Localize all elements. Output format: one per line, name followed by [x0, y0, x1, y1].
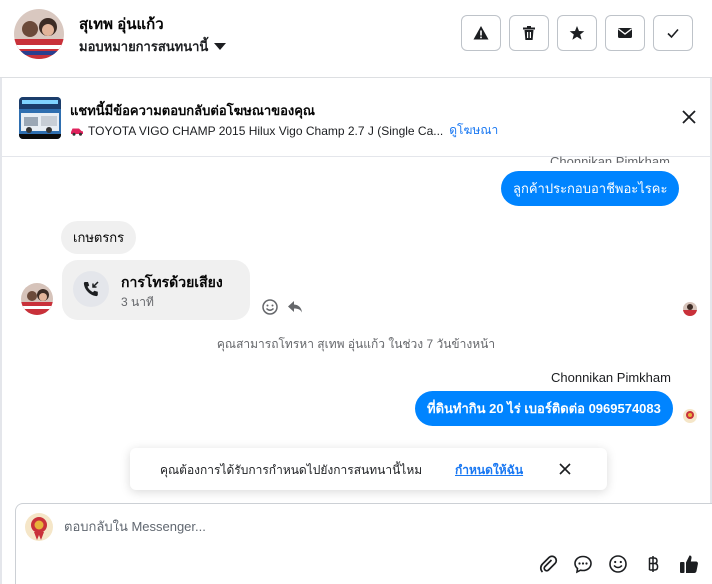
message-sender-name: Chonnikan Pimkham	[550, 154, 670, 163]
page-avatar	[25, 513, 53, 541]
star-icon	[569, 26, 585, 40]
message-sender-name: Chonnikan Pimkham	[551, 370, 671, 385]
payment-button[interactable]	[642, 553, 664, 575]
close-toast-button[interactable]	[557, 461, 573, 477]
call-availability-note: คุณสามารถโทรหา สุเทพ อุ่นแก้ว ในช่วง 7 ว…	[216, 337, 496, 351]
contact-avatar-small	[21, 283, 53, 315]
ad-vehicle-text: TOYOTA VIGO CHAMP 2015 Hilux Vigo Champ …	[88, 123, 444, 138]
envelope-icon	[618, 28, 632, 38]
send-like-button[interactable]	[678, 553, 700, 575]
call-duration: 3 นาที	[121, 295, 154, 309]
trash-icon	[523, 26, 535, 40]
assign-to-me-link[interactable]: กำหนดให้ฉัน	[455, 461, 523, 480]
ad-thumbnail[interactable]	[19, 97, 61, 139]
close-icon	[682, 110, 696, 124]
call-title: การโทรด้วยเสียง	[121, 274, 223, 290]
outgoing-message[interactable]: ลูกค้าประกอบอาชีพอะไรคะ	[501, 171, 680, 206]
check-icon	[667, 28, 679, 39]
contact-avatar[interactable]	[14, 9, 64, 59]
thumbs-up-icon	[680, 555, 698, 573]
mark-unread-button[interactable]	[605, 15, 645, 51]
assign-suggestion-text: คุณต้องการได้รับการกำหนดไปยังการสนทนานี้…	[160, 463, 423, 477]
close-ad-banner-button[interactable]	[680, 108, 698, 126]
reply-input[interactable]	[64, 519, 624, 534]
star-button[interactable]	[557, 15, 597, 51]
seen-avatar	[683, 409, 697, 423]
message-composer	[15, 503, 712, 584]
reply-arrow-icon	[288, 301, 302, 313]
contact-name[interactable]: สุเทพ อุ่นแก้ว	[79, 12, 164, 36]
view-ad-link[interactable]: ดูโฆษณา	[449, 121, 498, 140]
smiley-icon	[262, 299, 278, 315]
outgoing-message[interactable]: ที่ดินทำกิน 20 ไร่ เบอร์ติดต่อ 096957408…	[415, 391, 673, 426]
assign-suggestion-toast: คุณต้องการได้รับการกำหนดไปยังการสนทนานี้…	[130, 448, 607, 490]
incoming-call-icon	[73, 271, 109, 307]
reply-button[interactable]	[286, 298, 304, 316]
smiley-icon	[609, 555, 627, 573]
car-icon	[71, 128, 83, 136]
report-spam-button[interactable]	[461, 15, 501, 51]
paperclip-icon	[539, 555, 558, 573]
conversation-header: สุเทพ อุ่นแก้ว มอบหมายการสนทนานี้	[0, 0, 712, 78]
incoming-message[interactable]: เกษตรกร	[61, 221, 137, 254]
voice-call-card[interactable]: การโทรด้วยเสียง 3 นาที	[62, 260, 250, 320]
emoji-button[interactable]	[607, 553, 629, 575]
mark-done-button[interactable]	[653, 15, 693, 51]
ad-reply-banner: แชทนี้มีข้อความตอบกลับต่อโฆษณาของคุณ TOY…	[0, 79, 712, 157]
read-receipt-avatar	[683, 302, 697, 316]
close-icon	[559, 463, 571, 475]
assign-conversation-dropdown[interactable]: มอบหมายการสนทนานี้	[79, 36, 227, 57]
assign-label: มอบหมายการสนทนานี้	[79, 39, 209, 54]
delete-button[interactable]	[509, 15, 549, 51]
warning-icon	[473, 26, 489, 40]
caret-down-icon	[214, 43, 227, 50]
react-button[interactable]	[261, 298, 279, 316]
attach-button[interactable]	[537, 553, 559, 575]
chat-bubble-icon	[574, 555, 592, 574]
ad-vehicle-line: TOYOTA VIGO CHAMP 2015 Hilux Vigo Champ …	[70, 121, 498, 140]
ad-banner-title: แชทนี้มีข้อความตอบกลับต่อโฆษณาของคุณ	[70, 103, 315, 118]
baht-icon	[648, 556, 659, 572]
saved-replies-button[interactable]	[572, 553, 594, 575]
